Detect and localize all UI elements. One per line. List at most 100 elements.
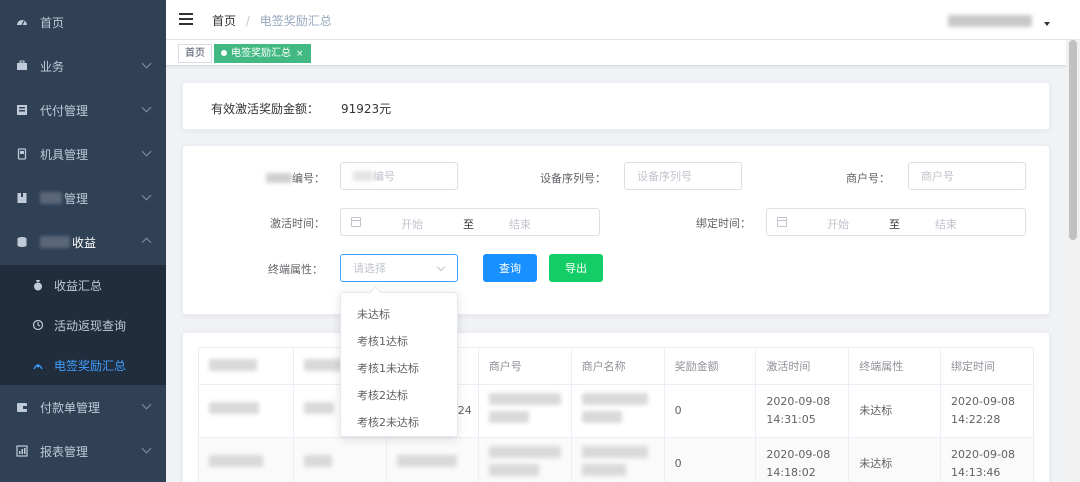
terminal-attr-label: 终端属性： bbox=[268, 263, 323, 276]
export-button[interactable]: 导出 bbox=[549, 254, 603, 282]
close-icon[interactable]: × bbox=[296, 49, 304, 59]
chevron-up-icon bbox=[141, 237, 152, 248]
tag-esign-reward[interactable]: 电签奖励汇总 × bbox=[214, 44, 311, 63]
serial-input[interactable]: 设备序列号 bbox=[624, 162, 742, 190]
redacted-text bbox=[303, 402, 334, 414]
redacted-text bbox=[488, 464, 539, 476]
dropdown-option[interactable]: 未达标 bbox=[341, 301, 457, 328]
top-header: 首页 / 电签奖励汇总 bbox=[166, 0, 1080, 40]
redacted-text bbox=[353, 171, 373, 181]
range-start-placeholder: 开始 bbox=[827, 218, 849, 231]
merchant-input[interactable]: 商户号 bbox=[908, 162, 1026, 190]
range-separator: 至 bbox=[889, 218, 900, 231]
active-dot-icon bbox=[221, 50, 227, 56]
table-cell bbox=[385, 437, 479, 482]
cell-terminal-attr: 未达标 bbox=[848, 437, 942, 482]
table-cell bbox=[477, 437, 572, 482]
sidebar-subitem-esign-reward[interactable]: 电签奖励汇总 bbox=[0, 345, 166, 385]
page-scrollbar[interactable] bbox=[1066, 40, 1080, 482]
code-label: 编号： bbox=[266, 170, 325, 186]
code-input[interactable]: 编号 bbox=[340, 162, 458, 190]
redacted-text bbox=[303, 455, 332, 467]
table-cell bbox=[198, 384, 294, 438]
wallet-icon bbox=[16, 401, 28, 413]
redacted-text bbox=[488, 393, 561, 405]
sidebar-item-home[interactable]: 首页 bbox=[0, 0, 166, 44]
table-cell bbox=[477, 384, 572, 438]
redacted-text bbox=[209, 455, 263, 467]
sidebar-item-business[interactable]: 业务 bbox=[0, 44, 166, 88]
sidebar-item-payment-orders[interactable]: 付款单管理 bbox=[0, 385, 166, 429]
briefcase-icon bbox=[16, 60, 28, 72]
sidebar-item-label: 收益 bbox=[72, 235, 97, 250]
activate-time-label: 激活时间： bbox=[270, 217, 325, 230]
cell-terminal-attr: 未达标 bbox=[848, 384, 942, 438]
table-cell bbox=[570, 437, 665, 482]
cell-activate-time: 2020-09-08 14:18:02 bbox=[755, 437, 850, 482]
sidebar-subitem-label: 电签奖励汇总 bbox=[54, 358, 127, 373]
caret-down-icon[interactable] bbox=[1044, 22, 1050, 26]
redacted-text bbox=[40, 192, 62, 204]
sidebar-item-management[interactable]: 管理 bbox=[0, 176, 166, 220]
chevron-down-icon bbox=[436, 262, 446, 272]
user-name-redacted[interactable] bbox=[948, 15, 1032, 27]
summary-card: 有效激活奖励金额： 91923元 bbox=[182, 82, 1050, 130]
database-icon bbox=[16, 236, 28, 248]
select-placeholder: 请选择 bbox=[353, 262, 386, 275]
code-label-text: 编号： bbox=[292, 172, 325, 185]
sidebar-item-label: 报表管理 bbox=[40, 444, 89, 459]
sidebar-subitem-earnings-summary[interactable]: 收益汇总 bbox=[0, 265, 166, 305]
breadcrumb-separator: / bbox=[245, 14, 250, 28]
chevron-down-icon bbox=[141, 399, 152, 410]
sidebar-item-label: 业务 bbox=[40, 59, 65, 74]
breadcrumb-current: 电签奖励汇总 bbox=[259, 14, 332, 28]
serial-placeholder: 设备序列号 bbox=[637, 170, 692, 183]
column-header bbox=[198, 347, 294, 385]
terminal-attr-select[interactable]: 请选择 bbox=[340, 254, 458, 282]
query-button[interactable]: 查询 bbox=[483, 254, 537, 282]
breadcrumb-home[interactable]: 首页 bbox=[212, 14, 236, 28]
chevron-down-icon bbox=[141, 443, 152, 454]
sidebar-item-reports[interactable]: 报表管理 bbox=[0, 429, 166, 473]
column-header-activate-time: 激活时间 bbox=[755, 347, 850, 385]
redacted-text bbox=[40, 236, 70, 248]
chart-icon bbox=[16, 445, 28, 457]
redacted-text bbox=[581, 411, 622, 423]
dropdown-option[interactable]: 考核2未达标 bbox=[341, 409, 457, 436]
data-table: 商户号 商户名称 奖励金额 激活时间 终端属性 绑定时间 24 0 2020-0… bbox=[198, 347, 1034, 482]
table-row: 24 0 2020-09-08 14:31:05 未达标 2020-09-08 … bbox=[198, 384, 1034, 438]
dropdown-option[interactable]: 考核1达标 bbox=[341, 328, 457, 355]
redacted-text bbox=[266, 173, 292, 183]
terminal-attr-dropdown: 未达标 考核1达标 考核1未达标 考核2达标 考核2未达标 bbox=[340, 292, 458, 437]
bind-time-range[interactable]: 开始 至 结束 bbox=[766, 208, 1026, 236]
sidebar-item-label: 机具管理 bbox=[40, 147, 89, 162]
sidebar-item-devices[interactable]: 机具管理 bbox=[0, 132, 166, 176]
sidebar-subitem-cashback-query[interactable]: 活动返现查询 bbox=[0, 305, 166, 345]
redacted-text bbox=[581, 446, 648, 458]
sidebar-item-label: 付款单管理 bbox=[40, 400, 101, 415]
redacted-text bbox=[209, 358, 257, 371]
money-bag-icon bbox=[32, 279, 44, 291]
cell-reward-amount: 0 bbox=[663, 437, 757, 482]
tag-home[interactable]: 首页 bbox=[178, 44, 212, 63]
table-row: 0 2020-09-08 14:18:02 未达标 2020-09-08 14:… bbox=[198, 437, 1034, 482]
sidebar-item-earnings[interactable]: 收益 bbox=[0, 220, 166, 264]
dropdown-option[interactable]: 考核1未达标 bbox=[341, 355, 457, 382]
table-header-row: 商户号 商户名称 奖励金额 激活时间 终端属性 绑定时间 bbox=[198, 347, 1034, 385]
hamburger-icon[interactable] bbox=[179, 13, 193, 25]
sidebar-item-label: 首页 bbox=[40, 15, 65, 30]
sidebar-item-payment-agent[interactable]: 代付管理 bbox=[0, 88, 166, 132]
summary-value: 91923元 bbox=[341, 102, 392, 116]
scrollbar-thumb[interactable] bbox=[1069, 40, 1077, 240]
activate-time-range[interactable]: 开始 至 结束 bbox=[340, 208, 600, 236]
merchant-placeholder: 商户号 bbox=[921, 170, 954, 183]
redacted-text bbox=[581, 464, 626, 476]
dropdown-option[interactable]: 考核2达标 bbox=[341, 382, 457, 409]
tag-label: 电签奖励汇总 bbox=[231, 48, 291, 59]
sidebar-item-label: 代付管理 bbox=[40, 103, 89, 118]
list-icon bbox=[16, 104, 28, 116]
earnings-submenu: 收益汇总 活动返现查询 电签奖励汇总 bbox=[0, 265, 166, 385]
column-header-bind-time: 绑定时间 bbox=[940, 347, 1034, 385]
calendar-icon bbox=[777, 217, 787, 227]
device-icon bbox=[16, 148, 28, 160]
